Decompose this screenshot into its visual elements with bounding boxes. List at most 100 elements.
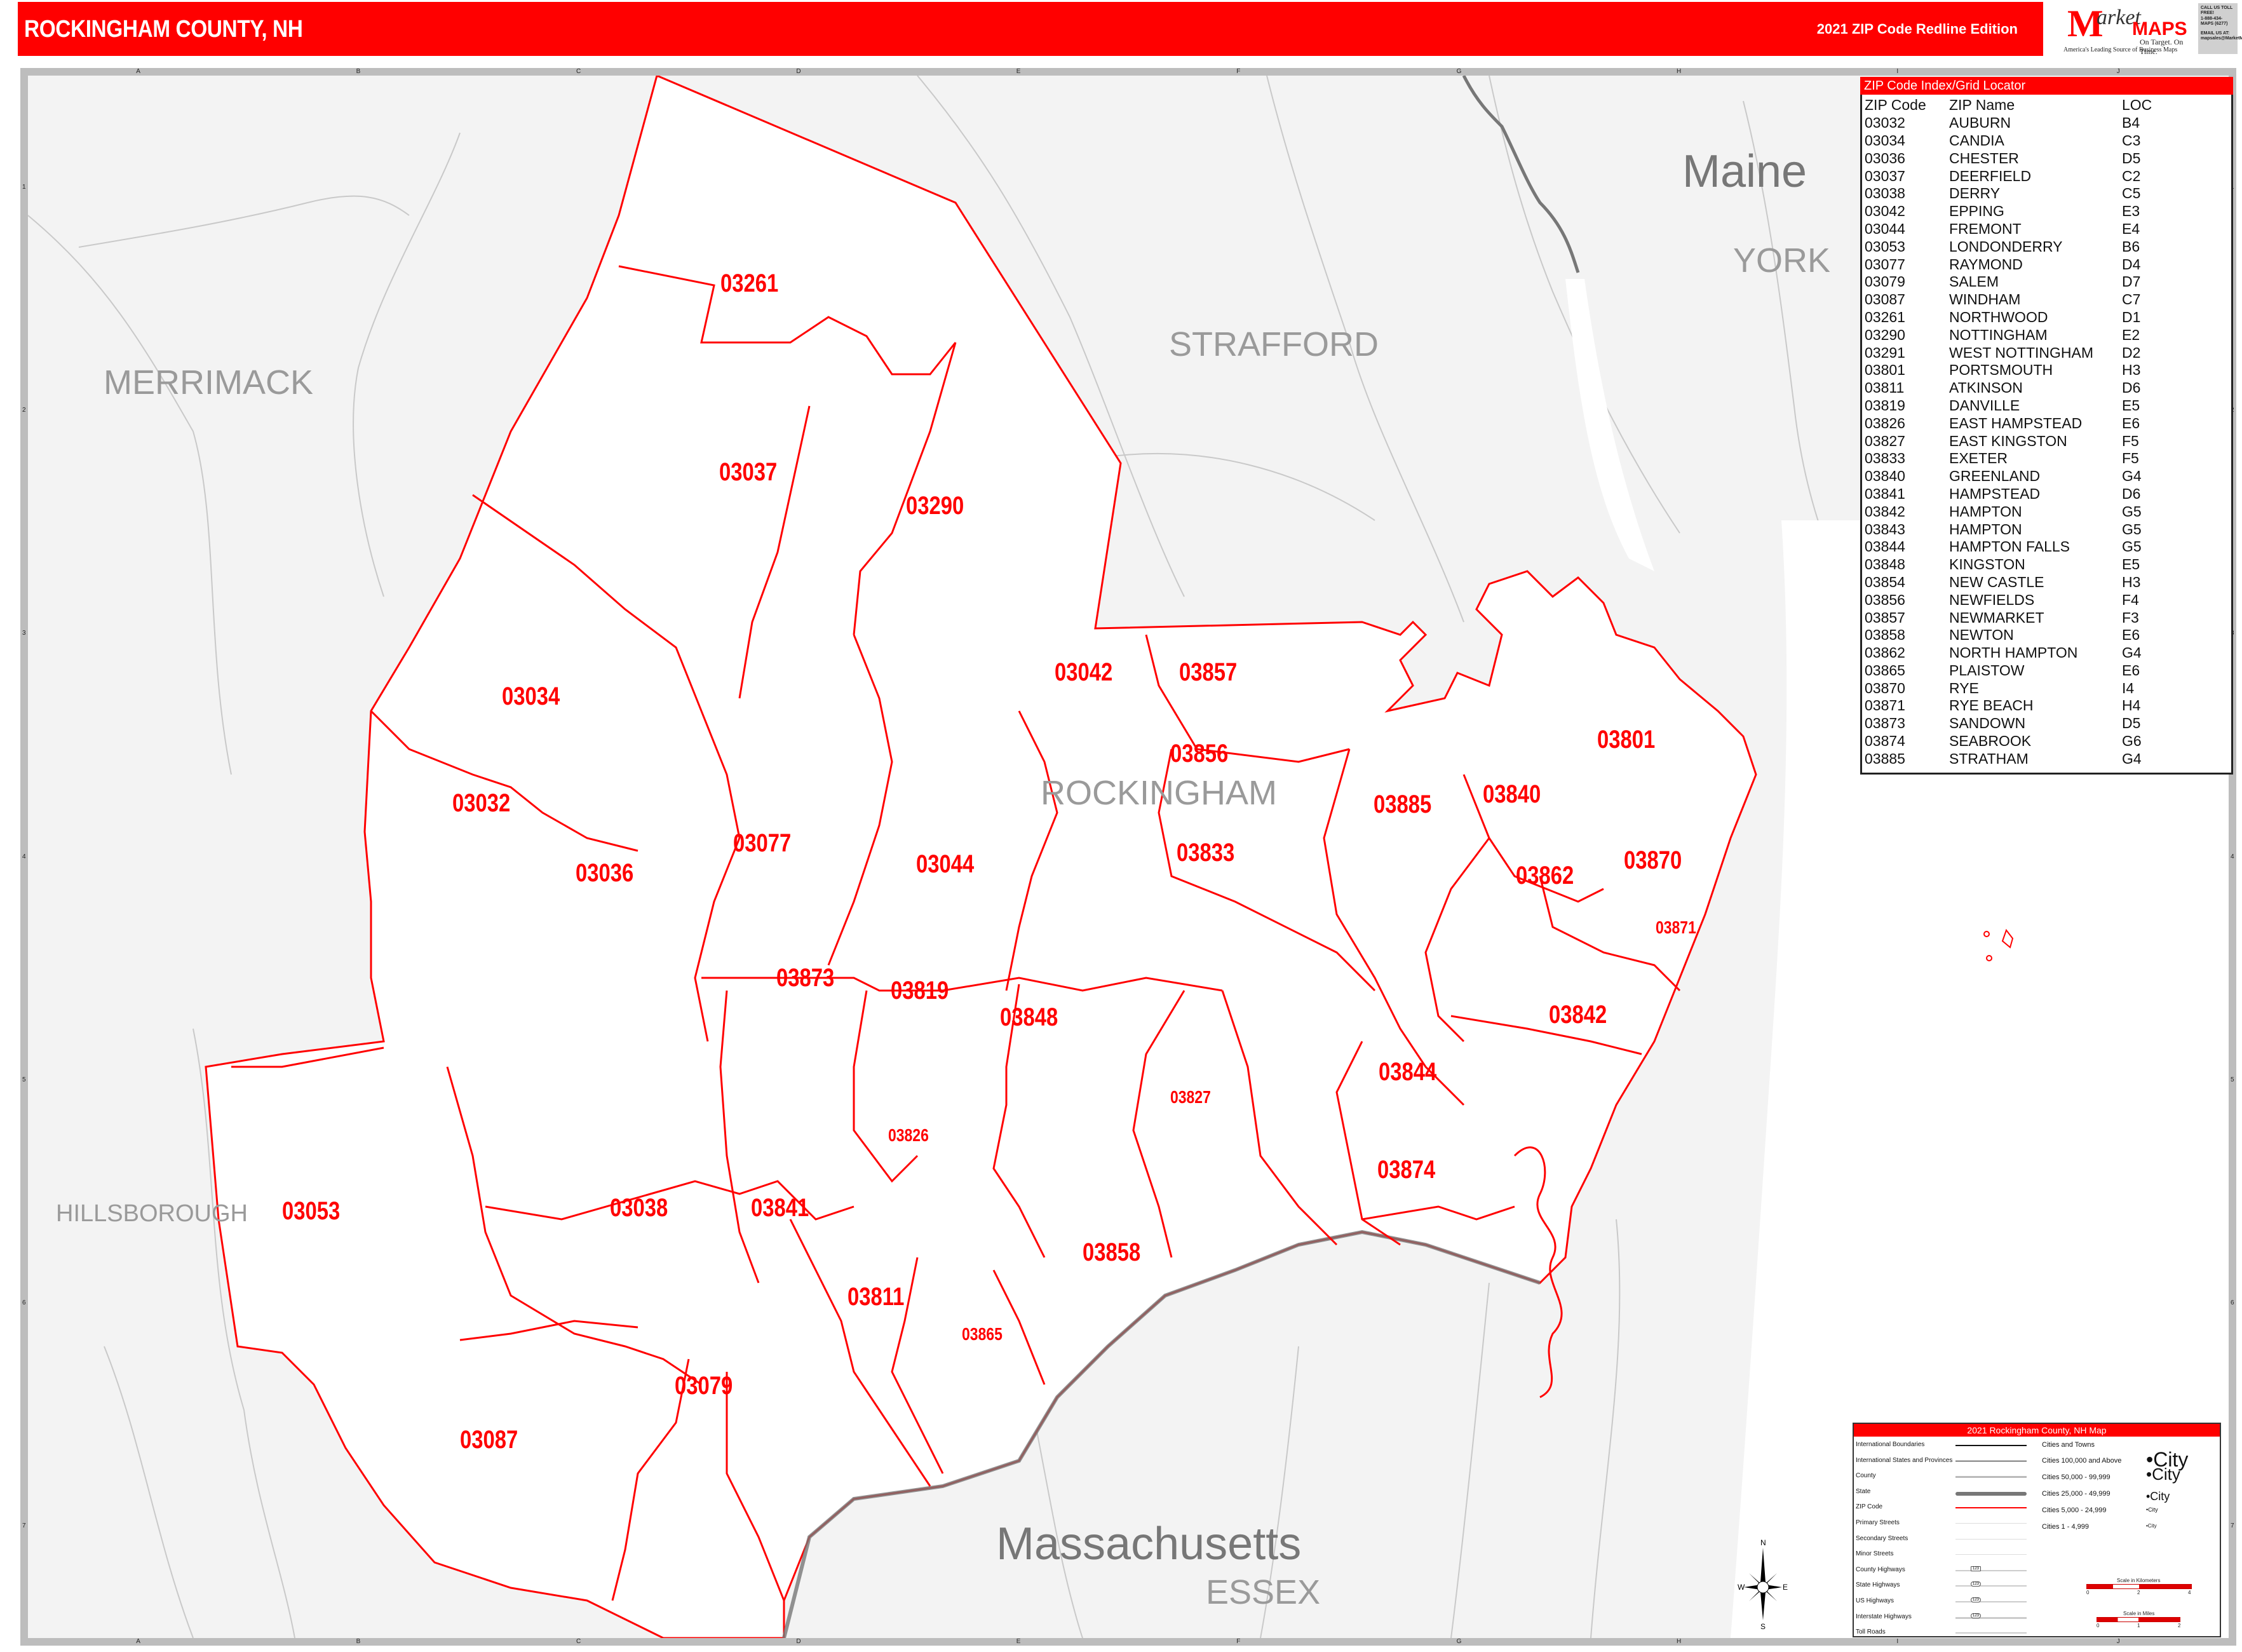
zip-code-label[interactable]: 03819 <box>891 977 949 1005</box>
zip-index-row[interactable]: 03036 CHESTER D5 <box>1865 149 2152 167</box>
zip-code-label[interactable]: 03053 <box>282 1197 340 1226</box>
zip-index-row[interactable]: 03856 NEWFIELDS F4 <box>1865 591 2152 609</box>
zip-index-row[interactable]: 03290 NOTTINGHAM E2 <box>1865 326 2152 344</box>
scale-mi-bar <box>2097 1617 2180 1622</box>
zip-code-label[interactable]: 03885 <box>1374 790 1431 819</box>
zip-code-cell: 03857 <box>1865 609 1905 626</box>
zip-index-row[interactable]: 03291 WEST NOTTINGHAM D2 <box>1865 344 2152 362</box>
zip-code-label[interactable]: 03032 <box>452 789 510 818</box>
zip-index-row[interactable]: 03840 GREENLAND G4 <box>1865 468 2152 485</box>
zip-index-row[interactable]: 03833 EXETER F5 <box>1865 450 2152 468</box>
legend-city-class: Cities 1 - 4,999 <box>2042 1523 2089 1531</box>
zip-code-label[interactable]: 03858 <box>1083 1238 1140 1267</box>
zip-index-row[interactable]: 03841 HAMPSTEAD D6 <box>1865 485 2152 503</box>
map-legend: 2021 Rockingham County, NH Map Internati… <box>1853 1423 2221 1637</box>
zip-code-label[interactable]: 03827 <box>1170 1087 1211 1107</box>
zip-index-table: ZIP Code ZIP Name LOC 03032 AUBURN B4 03034… <box>1865 97 2152 768</box>
scale-tick: 0 <box>2086 1590 2090 1595</box>
zip-index-row[interactable]: 03843 HAMPTON G5 <box>1865 520 2152 538</box>
zip-index-row[interactable]: 03848 KINGSTON E5 <box>1865 556 2152 574</box>
zip-index-row[interactable]: 03819 DANVILLE E5 <box>1865 397 2152 415</box>
zip-index-row[interactable]: 03842 HAMPTON G5 <box>1865 503 2152 520</box>
zip-index-row[interactable]: 03827 EAST KINGSTON F5 <box>1865 432 2152 450</box>
zip-code-label[interactable]: 03865 <box>962 1324 1003 1344</box>
highway-shield-icon: 123 <box>1971 1613 1982 1618</box>
zip-code-label[interactable]: 03036 <box>576 859 633 888</box>
zip-code-label[interactable]: 03871 <box>1656 917 1696 938</box>
zip-code-label[interactable]: 03862 <box>1516 862 1574 890</box>
zip-code-label[interactable]: 03087 <box>460 1426 518 1454</box>
zip-name-cell: SEABROOK <box>1949 733 2032 750</box>
zip-code-label[interactable]: 03857 <box>1179 658 1237 687</box>
zip-code-label[interactable]: 03290 <box>906 492 964 520</box>
grid-column-label: H <box>1677 1638 1682 1645</box>
county-label-rockingham: ROCKINGHAM <box>1041 774 1278 812</box>
zip-name-cell: NEWFIELDS <box>1949 591 2035 608</box>
zip-index-row[interactable]: 03042 EPPING E3 <box>1865 203 2152 220</box>
zip-index-row[interactable]: 03034 CANDIA C3 <box>1865 132 2152 150</box>
zip-index-row[interactable]: 03811 ATKINSON D6 <box>1865 379 2152 397</box>
zip-code-cell: 03840 <box>1865 468 1905 485</box>
zip-index-row[interactable]: 03873 SANDOWN D5 <box>1865 715 2152 733</box>
zip-name-cell: NOTTINGHAM <box>1949 326 2048 343</box>
grid-column-label: E <box>1016 68 1021 75</box>
zip-code-label[interactable]: 03079 <box>675 1372 733 1400</box>
zip-index-row[interactable]: 03038 DERRY C5 <box>1865 185 2152 203</box>
zip-code-label[interactable]: 03833 <box>1177 839 1234 867</box>
zip-index-row[interactable]: 03865 PLAISTOW E6 <box>1865 662 2152 680</box>
zip-index-row[interactable]: 03261 NORTHWOOD D1 <box>1865 309 2152 327</box>
zip-code-label[interactable]: 03037 <box>719 458 777 487</box>
compass-e: E <box>1783 1583 1788 1592</box>
grid-row-label: 7 <box>2231 1522 2234 1530</box>
road-line <box>353 132 461 597</box>
zip-index-row[interactable]: 03032 AUBURN B4 <box>1865 114 2152 132</box>
zip-code-label[interactable]: 03848 <box>1000 1003 1058 1032</box>
zip-code-label[interactable]: 03841 <box>751 1194 809 1222</box>
zip-index-row[interactable]: 03087 WINDHAM C7 <box>1865 291 2152 309</box>
zip-index-row[interactable]: 03870 RYE I4 <box>1865 679 2152 697</box>
grid-column-label: J <box>2116 1638 2120 1645</box>
zip-code-label[interactable]: 03840 <box>1483 780 1541 809</box>
zip-index-row[interactable]: 03801 PORTSMOUTH H3 <box>1865 362 2152 379</box>
zip-index-row[interactable]: 03826 EAST HAMPSTEAD E6 <box>1865 414 2152 432</box>
contact-line: CALL US TOLL FREE! <box>2201 6 2233 16</box>
zip-index-row[interactable]: 03844 HAMPTON FALLS G5 <box>1865 538 2152 556</box>
zip-code-label[interactable]: 03844 <box>1379 1058 1436 1087</box>
zip-index-row[interactable]: 03079 SALEM D7 <box>1865 273 2152 291</box>
zip-name-cell: RAYMOND <box>1949 255 2023 273</box>
zip-code-label[interactable]: 03874 <box>1377 1156 1435 1184</box>
legend-line-swatch <box>1955 1491 2027 1496</box>
zip-code-label[interactable]: 03261 <box>720 269 778 298</box>
zip-index-row[interactable]: 03044 FREMONT E4 <box>1865 220 2152 238</box>
zip-code-label[interactable]: 03842 <box>1549 1001 1607 1029</box>
zip-index-row[interactable]: 03053 LONDONDERRY B6 <box>1865 238 2152 255</box>
scale-km-title: Scale in Kilometers <box>2117 1578 2161 1583</box>
zip-code-label[interactable]: 03077 <box>733 829 791 858</box>
zip-index-row[interactable]: 03077 RAYMOND D4 <box>1865 255 2152 273</box>
zip-code-label[interactable]: 03811 <box>848 1283 904 1311</box>
legend-item-label: International Boundaries <box>1856 1441 1925 1448</box>
zip-code-label[interactable]: 03873 <box>776 964 834 992</box>
contact-line: EMAIL US AT: <box>2201 30 2230 36</box>
zip-index-row[interactable]: 03854 NEW CASTLE H3 <box>1865 574 2152 592</box>
grid-column-label: D <box>796 68 801 75</box>
zip-code-label[interactable]: 03038 <box>610 1194 668 1222</box>
zip-index-row[interactable]: 03871 RYE BEACH H4 <box>1865 697 2152 715</box>
zip-index-row[interactable]: 03037 DEERFIELD C2 <box>1865 167 2152 185</box>
zip-index-row[interactable]: 03885 STRATHAM G4 <box>1865 750 2152 768</box>
zip-index-row[interactable]: 03862 NORTH HAMPTON G4 <box>1865 644 2152 662</box>
zip-code-label[interactable]: 03870 <box>1624 846 1682 875</box>
zip-code-label[interactable]: 03826 <box>888 1125 929 1146</box>
zip-code-cell: 03871 <box>1865 697 1905 714</box>
zip-index-row[interactable]: 03874 SEABROOK G6 <box>1865 733 2152 750</box>
zip-index-row[interactable]: 03858 NEWTON E6 <box>1865 626 2152 644</box>
zip-code-label[interactable]: 03801 <box>1597 726 1655 754</box>
zip-code-cell: 03870 <box>1865 679 1905 696</box>
grid-column-label: B <box>356 68 361 75</box>
zip-index-row[interactable]: 03857 NEWMARKET F3 <box>1865 609 2152 626</box>
zip-code-label[interactable]: 03044 <box>916 850 974 879</box>
zip-code-label[interactable]: 03034 <box>502 682 560 711</box>
zip-code-label[interactable]: 03042 <box>1055 658 1112 687</box>
road-line <box>1107 452 1375 521</box>
zip-code-label[interactable]: 03856 <box>1170 740 1228 768</box>
